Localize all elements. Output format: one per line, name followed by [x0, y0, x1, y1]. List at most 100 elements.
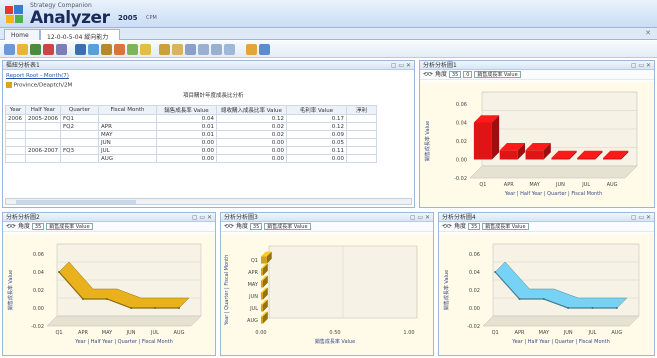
chart-area: 0.06 0.04 0.02 0.00 -0.02 Q1 APR MAY JUN JUL AUG Ye…	[3, 234, 215, 355]
chart-toolbar: ⟲⟳ 角度 35 0 銷售成長率 Value	[420, 70, 654, 80]
bar	[473, 122, 492, 160]
zoom-out-icon[interactable]	[211, 44, 222, 55]
column-header[interactable]: 毛利率 Value	[285, 105, 347, 115]
rotate-icon[interactable]: ⟲⟳	[423, 71, 433, 78]
fit-icon[interactable]	[224, 44, 235, 55]
angle-input[interactable]: 35	[249, 223, 263, 230]
scrollbar-thumb[interactable]	[16, 200, 136, 204]
angle-label: 角度	[235, 223, 248, 230]
table-row: MAY 0.01 0.02 0.09	[5, 130, 377, 139]
chart-area: 0.00 0.50 1.00 Q1 APR MAY JUN JUL AUG 銷售成長率 Value…	[221, 234, 433, 355]
pivot-icon[interactable]	[114, 44, 125, 55]
back-icon[interactable]	[4, 44, 15, 55]
measure-select[interactable]: 銷售成長率 Value	[474, 71, 521, 78]
x-tick-label: MAY	[102, 330, 113, 336]
bar	[261, 280, 263, 288]
layout-icon[interactable]	[140, 44, 151, 55]
help-icon[interactable]	[259, 44, 270, 55]
panel-window-controls[interactable]: ▢ ▭ ✕	[391, 61, 411, 70]
y-tick-label: 0.04	[456, 121, 467, 127]
y-tick-label: -0.02	[31, 324, 44, 330]
x-tick-label: 1.00	[403, 330, 414, 336]
chart-icon[interactable]	[43, 44, 54, 55]
data-point	[542, 298, 545, 300]
chart-4-svg: 0.06 0.04 0.02 0.00 -0.02 Q1 APR MAY JUN JUL AUGYe…	[443, 243, 640, 345]
bar	[499, 150, 518, 160]
chart-3-svg: 0.00 0.50 1.00 Q1 APR MAY JUN JUL AUG 銷售成長率 Value…	[224, 245, 418, 345]
x-axis-label: Year | Half Year | Quarter | Fiscal Mont…	[511, 339, 610, 345]
chart-panel-3: 分析分析圖3 ▢ ▭ ✕ ⟲⟳ 角度 35 銷售成長率 Value 0.00 0.…	[220, 212, 434, 356]
column-header[interactable]: 總收購入成長比率 Value	[215, 105, 287, 115]
panel-window-controls[interactable]: ▢ ▭ ✕	[192, 213, 212, 222]
y-tick-label: JUN	[248, 294, 258, 300]
y-tick-label: AUG	[247, 318, 258, 324]
close-tab-icon[interactable]: ✕	[645, 29, 651, 37]
horizontal-scrollbar[interactable]	[5, 198, 412, 205]
angle-input[interactable]: 35	[448, 71, 462, 78]
tab-home[interactable]: Home	[4, 29, 40, 40]
x-tick-label: JUL	[581, 182, 590, 188]
breadcrumb[interactable]: Report Root - Month(7)	[6, 73, 69, 79]
x-tick-label: AUG	[174, 330, 185, 336]
refresh-icon[interactable]	[127, 44, 138, 55]
rotate-icon[interactable]: ⟲⟳	[224, 223, 234, 230]
panel-window-controls[interactable]: ▢ ▭ ✕	[631, 213, 651, 222]
copy-icon[interactable]	[101, 44, 112, 55]
grid-panel-title: 樞紐分析表1	[6, 62, 40, 69]
bar	[261, 268, 263, 276]
column-header[interactable]: Quarter	[59, 105, 99, 115]
measure-select[interactable]: 銷售成長率 Value	[46, 223, 93, 230]
zoom-in-icon[interactable]	[198, 44, 209, 55]
y-tick-label: 0.02	[469, 288, 480, 294]
y-axis-label: Year | Quarter | Fiscal Month	[224, 255, 230, 327]
tab-report[interactable]: 12-0-0-5-04 縱向能力分析	[40, 29, 120, 50]
app-version-sub: CPM	[146, 15, 157, 21]
app-version: 2005	[118, 14, 138, 22]
chart-panel-2: 分析分析圖2 ▢ ▭ ✕ ⟲⟳ 角度 35 銷售成長率 Value 0.06 0.…	[2, 212, 216, 356]
angle-input[interactable]: 35	[31, 223, 45, 230]
table-row: 2006 2005-2006 FQ1 0.04 0.12 0.17	[5, 114, 377, 123]
depth-input[interactable]: 0	[463, 71, 473, 78]
save-icon[interactable]	[75, 44, 86, 55]
tools-icon[interactable]	[246, 44, 257, 55]
column-header[interactable]: 淨利	[345, 105, 377, 115]
panel-window-controls[interactable]: ▢ ▭ ✕	[410, 213, 430, 222]
bar-side	[491, 115, 500, 160]
column-header[interactable]: Fiscal Month	[97, 105, 157, 115]
data-point	[518, 298, 521, 300]
analyzer-logo-icon	[5, 5, 23, 23]
data-point	[82, 298, 84, 300]
tab-bar: Home 12-0-0-5-04 縱向能力分析 ✕	[0, 28, 657, 50]
export-icon[interactable]	[88, 44, 99, 55]
open-folder-icon[interactable]	[17, 44, 28, 55]
properties-icon[interactable]	[185, 44, 196, 55]
x-tick-label: Q1	[479, 182, 486, 188]
column-header[interactable]: Half Year	[25, 105, 61, 115]
drill-icon[interactable]	[172, 44, 183, 55]
rotate-icon[interactable]: ⟲⟳	[442, 223, 452, 230]
column-header[interactable]: Year	[5, 105, 26, 115]
bar	[525, 150, 544, 160]
measure-select[interactable]: 銷售成長率 Value	[264, 223, 311, 230]
table-row: FQ2 APR 0.01 0.02 0.12	[5, 122, 377, 131]
y-tick-label: 0.00	[469, 306, 480, 312]
rotate-icon[interactable]: ⟲⟳	[6, 223, 16, 230]
data-point	[567, 307, 570, 309]
angle-label: 角度	[17, 223, 30, 230]
x-tick-label: JUN	[555, 182, 565, 188]
measure-select[interactable]: 銷售成長率 Value	[482, 223, 529, 230]
x-axis-label: Year | Half Year | Quarter | Fiscal Mont…	[74, 339, 173, 345]
column-header[interactable]: 銷售成長率 Value	[155, 105, 217, 115]
filter-icon[interactable]	[30, 44, 41, 55]
cube-name: Province/Deaptch/2M	[6, 82, 72, 89]
data-point	[178, 307, 180, 309]
sort-icon[interactable]	[159, 44, 170, 55]
panel-window-controls[interactable]: ▢ ▭ ✕	[631, 61, 651, 70]
x-tick-label: Q1	[55, 330, 62, 336]
angle-input[interactable]: 35	[467, 223, 481, 230]
table-row: AUG 0.00 0.00 0.00	[5, 154, 377, 163]
print-icon[interactable]	[56, 44, 67, 55]
chart-area: 0.06 0.04 0.02 0.00 -0.02 Q1 APR MAY JUN JUL AUG Ye…	[420, 82, 654, 207]
x-tick-label: MAY	[539, 330, 550, 336]
chart-panel-title: 分析分析圖3	[224, 214, 258, 221]
